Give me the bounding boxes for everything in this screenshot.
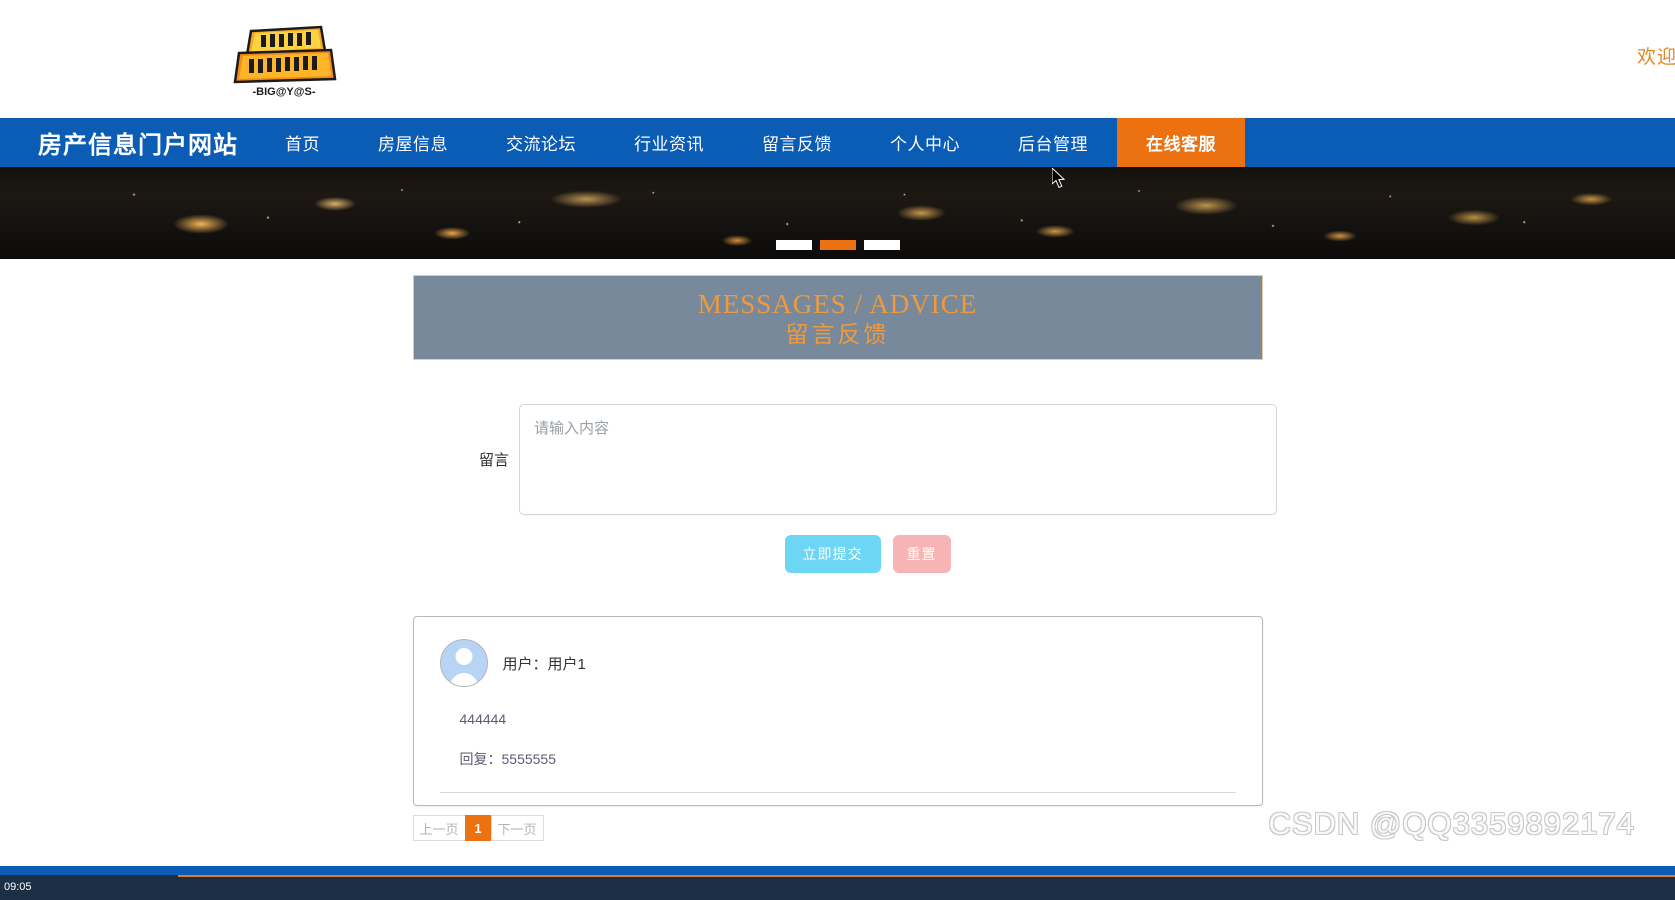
reset-button[interactable]: 重置 [892,535,951,573]
taskbar-accent-line [178,875,1675,877]
submit-button[interactable]: 立即提交 [784,535,881,573]
browser-page: -BIG@Y@S- 欢迎来 房产信息门户网站 首页 房屋信息 交流论坛 行业资讯… [0,0,1675,866]
section-title-cn: 留言反馈 [785,322,890,348]
nav-item-home[interactable]: 首页 [256,118,349,167]
nav-item-list: 首页 房屋信息 交流论坛 行业资讯 留言反馈 个人中心 后台管理 在线客服 [256,118,1245,167]
carousel-indicators [0,240,1675,250]
taskbar-clock: 09:05 [4,881,32,893]
carousel-dot-1[interactable] [775,240,812,250]
csdn-watermark: CSDN @QQ3359892174 [1268,806,1635,841]
form-button-row: 立即提交 重置 [0,535,1675,573]
nav-item-forum[interactable]: 交流论坛 [477,118,605,167]
nav-brand[interactable]: 房产信息门户网站 [0,118,256,167]
window-bottom-strip [0,866,1675,875]
page-content: MESSAGES / ADVICE 留言反馈 留言 立即提交 重置 用户：用户1… [0,275,1675,841]
pagination: 上一页 1 下一页 [412,815,1263,841]
site-header: -BIG@Y@S- 欢迎来 [0,0,1675,118]
avatar-body-shape [448,673,479,686]
carousel-dot-2[interactable] [819,240,856,250]
user-avatar-icon [439,639,488,687]
message-input[interactable] [519,404,1277,515]
comment-username: 用户：用户1 [502,655,586,673]
pagination-next-button[interactable]: 下一页 [490,815,544,841]
nav-item-personal-center[interactable]: 个人中心 [861,118,989,167]
message-form-row: 留言 [0,404,1675,515]
section-title-banner: MESSAGES / ADVICE 留言反馈 [412,275,1263,360]
avatar-head-shape [455,648,472,665]
nav-item-industry-news[interactable]: 行业资讯 [605,118,733,167]
nav-item-house-info[interactable]: 房屋信息 [349,118,477,167]
comment-reply: 回复：5555555 [459,751,557,767]
carousel-dot-3[interactable] [863,240,900,250]
comment-card: 用户：用户1 444444 回复：5555555 [412,616,1263,806]
svg-text:-BIG@Y@S-: -BIG@Y@S- [252,86,315,98]
comment-divider [439,792,1236,793]
os-taskbar: 09:05 [0,875,1675,900]
message-field-label: 留言 [478,452,509,469]
comment-content: 444444 [459,711,507,727]
digimon-adventure-logo-icon: -BIG@Y@S- [233,25,337,98]
pagination-prev-button[interactable]: 上一页 [412,815,466,841]
hero-carousel [0,167,1675,259]
nav-item-admin[interactable]: 后台管理 [989,118,1117,167]
nav-item-online-service[interactable]: 在线客服 [1117,118,1245,167]
pagination-page-1[interactable]: 1 [464,815,492,841]
welcome-text: 欢迎来 [1636,47,1675,68]
nav-item-message-feedback[interactable]: 留言反馈 [733,118,861,167]
comment-header: 用户：用户1 [439,639,1236,687]
site-logo[interactable]: -BIG@Y@S- [225,17,343,103]
section-title-en: MESSAGES / ADVICE [697,289,978,320]
main-navigation: 房产信息门户网站 首页 房屋信息 交流论坛 行业资讯 留言反馈 个人中心 后台管… [0,118,1675,167]
